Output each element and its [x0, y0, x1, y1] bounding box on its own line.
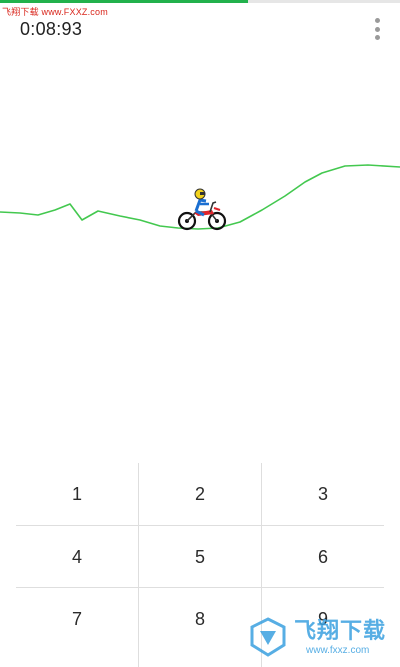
key-5[interactable]: 5: [139, 526, 261, 588]
key-3[interactable]: 3: [262, 463, 384, 525]
site-watermark-text: 飞翔下载 www.FXXZ.com: [2, 7, 108, 17]
fxxz-logo-icon: [250, 617, 286, 657]
menu-dot: [374, 18, 380, 23]
more-vert-icon[interactable]: [368, 16, 386, 42]
progress-bar-fill: [0, 0, 248, 3]
menu-dot: [374, 35, 380, 40]
motorbike-rider-icon: [177, 188, 227, 231]
key-7[interactable]: 7: [16, 588, 138, 650]
fxxz-watermark: 飞翔下载 www.fxxz.com: [246, 611, 394, 663]
key-2[interactable]: 2: [139, 463, 261, 525]
watermark-url: www.fxxz.com: [306, 645, 370, 656]
key-6[interactable]: 6: [262, 526, 384, 588]
key-4[interactable]: 4: [16, 526, 138, 588]
watermark-text: 飞翔下载: [294, 618, 387, 643]
progress-bar: [0, 0, 400, 3]
race-timer: 0:08:93: [20, 19, 83, 39]
menu-dot: [374, 26, 380, 32]
game-canvas: [0, 164, 400, 231]
key-1[interactable]: 1: [16, 463, 138, 525]
key-8[interactable]: 8: [139, 588, 261, 650]
game-screen: 飞翔下载 www.FXXZ.com 0:08:93 1 2 3 4 5 6 7 …: [0, 0, 400, 667]
